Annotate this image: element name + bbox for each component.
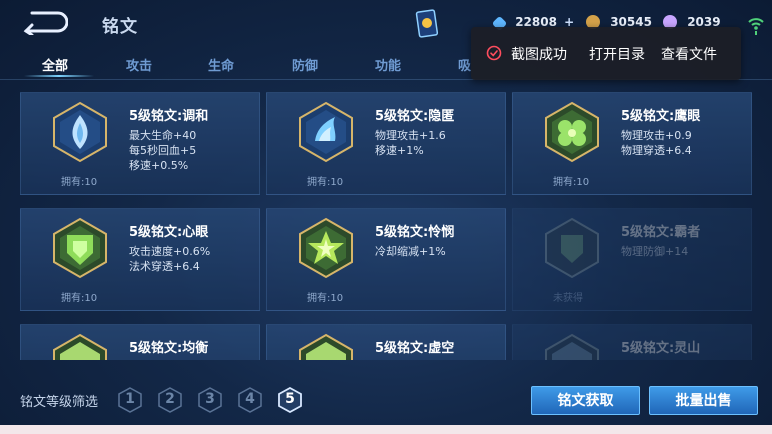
green-shield-gem-icon <box>53 217 107 279</box>
green-star-gem-icon <box>299 217 353 279</box>
tab-lifesteal[interactable]: 吸 <box>458 55 471 74</box>
inscription-stat: 移速+0.5% <box>129 159 189 172</box>
owned-count: 拥有:10 <box>61 293 98 304</box>
tab-attack[interactable]: 攻击 <box>126 55 152 74</box>
inscription-name: 5级铭文:调和 <box>129 109 209 124</box>
inscription-name: 5级铭文:虚空 <box>375 341 455 356</box>
toast-message: 截图成功 <box>511 47 567 63</box>
inscription-card-spirit-mountain[interactable]: 5级铭文:灵山 <box>512 324 752 360</box>
view-file-link[interactable]: 查看文件 <box>661 44 717 64</box>
green-gem-icon <box>299 333 353 360</box>
tab-all[interactable]: 全部 <box>42 55 68 74</box>
owned-count: 拥有:10 <box>553 177 590 188</box>
level-filter-2[interactable]: 2 <box>158 387 182 413</box>
tab-function[interactable]: 功能 <box>375 55 401 74</box>
tab-defense[interactable]: 防御 <box>292 55 318 74</box>
inscription-card-mind-eye[interactable]: 拥有:10 5级铭文:心眼 攻击速度+0.6% 法术穿透+6.4 <box>20 208 260 311</box>
back-arrow-icon[interactable] <box>18 9 68 35</box>
inscription-name: 5级铭文:怜悯 <box>375 225 455 240</box>
inscription-stat: 移速+1% <box>375 144 424 157</box>
level-filter-3[interactable]: 3 <box>198 387 222 413</box>
level-filter-5[interactable]: 5 <box>278 386 302 414</box>
inscription-grid[interactable]: 拥有:10 5级铭文:调和 最大生命+40 每5秒回血+5 移速+0.5% 拥有… <box>20 92 752 360</box>
inscription-name: 5级铭文:均衡 <box>129 341 209 356</box>
level-number: 5 <box>285 391 295 407</box>
inscription-card-stealth[interactable]: 拥有:10 5级铭文:隐匿 物理攻击+1.6 移速+1% <box>266 92 506 195</box>
owned-count: 未获得 <box>553 293 583 304</box>
level-filter-1[interactable]: 1 <box>118 387 142 413</box>
blue-wave-gem-icon <box>299 101 353 163</box>
green-gem-icon <box>53 333 107 360</box>
level-number: 2 <box>165 391 175 407</box>
inscription-card-overlord[interactable]: 未获得 5级铭文:霸者 物理防御+14 <box>512 208 752 311</box>
owned-count: 拥有:10 <box>307 177 344 188</box>
inscription-stat: 物理穿透+6.4 <box>621 144 692 157</box>
screenshot-toast: 截图成功 打开目录 查看文件 <box>471 27 741 80</box>
inscription-card-icon[interactable] <box>413 8 441 40</box>
level-number: 1 <box>125 391 135 407</box>
locked-gem-icon <box>545 217 599 279</box>
page-title: 铭文 <box>102 17 138 37</box>
owned-count: 拥有:10 <box>307 293 344 304</box>
open-folder-link[interactable]: 打开目录 <box>589 44 645 64</box>
inscription-name: 5级铭文:心眼 <box>129 225 209 240</box>
inscription-stat: 攻击速度+0.6% <box>129 245 211 258</box>
inscription-stat: 物理防御+14 <box>621 245 689 258</box>
bulk-sell-button[interactable]: 批量出售 <box>649 386 758 415</box>
inscription-stat: 物理攻击+0.9 <box>621 129 692 142</box>
inscription-name: 5级铭文:鹰眼 <box>621 109 701 124</box>
wifi-icon <box>748 18 764 35</box>
inscription-stat: 最大生命+40 <box>129 129 197 142</box>
owned-count: 拥有:10 <box>61 177 98 188</box>
inscription-stat: 每5秒回血+5 <box>129 144 197 157</box>
green-clover-gem-icon <box>545 101 599 163</box>
inscription-stat: 冷却缩减+1% <box>375 245 446 258</box>
level-number: 3 <box>205 391 215 407</box>
level-filter-label: 铭文等级筛选 <box>20 395 99 410</box>
check-circle-icon <box>486 45 502 61</box>
locked-gem-icon <box>545 333 599 360</box>
inscription-name: 5级铭文:灵山 <box>621 341 701 356</box>
inscription-name: 5级铭文:霸者 <box>621 225 701 240</box>
bottom-strip <box>0 425 772 434</box>
inscription-card-harmony[interactable]: 拥有:10 5级铭文:调和 最大生命+40 每5秒回血+5 移速+0.5% <box>20 92 260 195</box>
acquire-inscription-button[interactable]: 铭文获取 <box>531 386 640 415</box>
tab-health[interactable]: 生命 <box>208 55 234 74</box>
level-number: 4 <box>245 391 255 407</box>
level-filter-4[interactable]: 4 <box>238 387 262 413</box>
inscription-card-hawkeye[interactable]: 拥有:10 5级铭文:鹰眼 物理攻击+0.9 物理穿透+6.4 <box>512 92 752 195</box>
inscription-card-balance[interactable]: 5级铭文:均衡 <box>20 324 260 360</box>
active-tab-indicator <box>24 75 94 77</box>
inscription-stat: 法术穿透+6.4 <box>129 260 200 273</box>
blue-flame-gem-icon <box>53 101 107 163</box>
inscription-card-mercy[interactable]: 拥有:10 5级铭文:怜悯 冷却缩减+1% <box>266 208 506 311</box>
inscription-card-void[interactable]: 5级铭文:虚空 <box>266 324 506 360</box>
inscription-name: 5级铭文:隐匿 <box>375 109 455 124</box>
inscription-stat: 物理攻击+1.6 <box>375 129 446 142</box>
